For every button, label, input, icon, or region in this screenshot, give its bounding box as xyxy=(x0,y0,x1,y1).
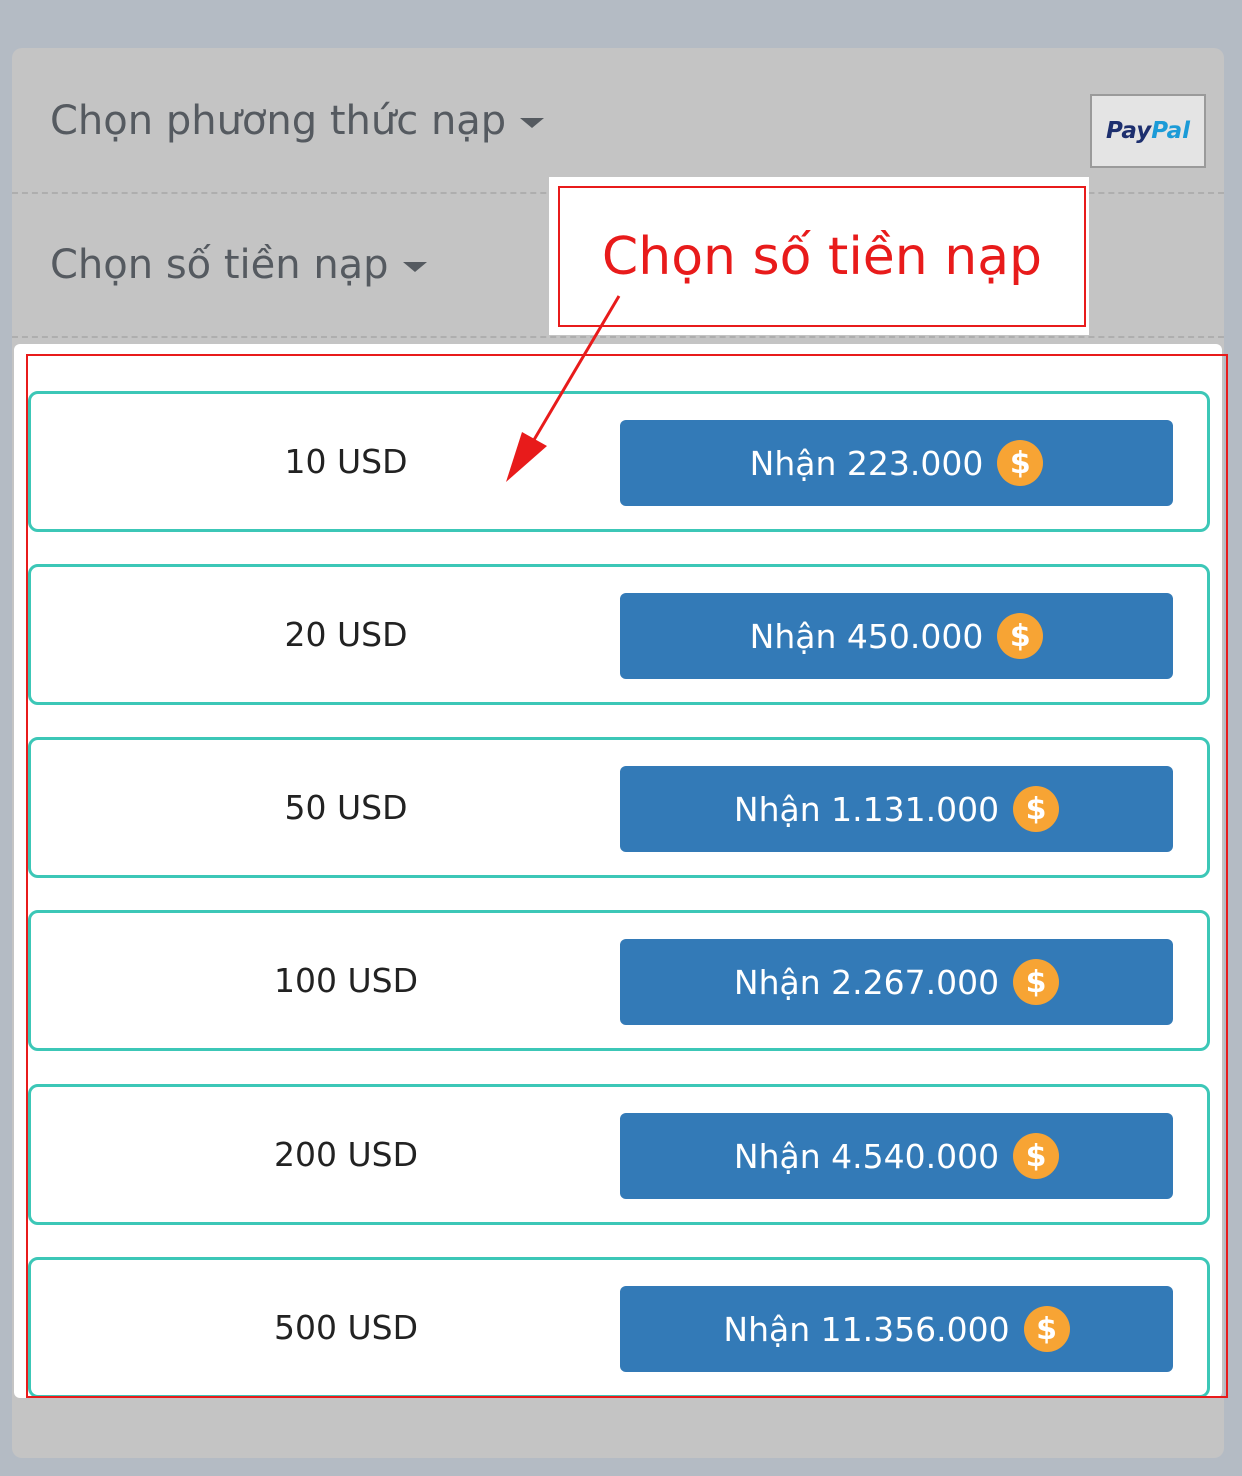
package-option[interactable]: 10 USD Nhận 223.000 $ xyxy=(28,391,1210,532)
package-option[interactable]: 500 USD Nhận 11.356.000 $ xyxy=(28,1257,1210,1398)
receive-label: Nhận 450.000 xyxy=(749,616,984,656)
card-footer xyxy=(14,1400,1222,1456)
payment-method-dropdown[interactable]: Chọn phương thức nạp xyxy=(50,98,545,144)
package-usd: 100 USD xyxy=(274,961,418,1000)
receive-button[interactable]: Nhận 2.267.000 $ xyxy=(620,939,1173,1025)
coin-icon: $ xyxy=(997,440,1044,486)
annotation-callout: Chọn số tiền nạp xyxy=(549,177,1089,335)
package-usd: 200 USD xyxy=(274,1135,418,1174)
receive-label: Nhận 4.540.000 xyxy=(733,1136,1000,1176)
package-usd: 20 USD xyxy=(284,615,408,654)
package-usd: 500 USD xyxy=(274,1308,418,1347)
receive-label: Nhận 223.000 xyxy=(749,443,984,483)
coin-icon: $ xyxy=(997,613,1044,659)
caret-down-icon xyxy=(520,118,545,128)
package-option[interactable]: 20 USD Nhận 450.000 $ xyxy=(28,564,1210,705)
receive-button[interactable]: Nhận 450.000 $ xyxy=(620,593,1173,679)
coin-icon: $ xyxy=(1023,1306,1070,1352)
receive-label: Nhận 2.267.000 xyxy=(733,962,1000,1002)
caret-down-icon xyxy=(402,262,427,272)
package-usd: 10 USD xyxy=(284,442,408,481)
amount-dropdown[interactable]: Chọn số tiền nạp xyxy=(50,242,427,288)
coin-icon: $ xyxy=(1013,1133,1060,1179)
receive-label: Nhận 1.131.000 xyxy=(733,789,1000,829)
package-option[interactable]: 50 USD Nhận 1.131.000 $ xyxy=(28,737,1210,878)
paypal-logo[interactable]: Pay Pal xyxy=(1090,94,1206,168)
payment-method-label: Chọn phương thức nạp xyxy=(50,98,507,144)
receive-button[interactable]: Nhận 1.131.000 $ xyxy=(620,766,1173,852)
receive-button[interactable]: Nhận 4.540.000 $ xyxy=(620,1113,1173,1199)
receive-button[interactable]: Nhận 11.356.000 $ xyxy=(620,1286,1173,1372)
coin-icon: $ xyxy=(1013,786,1060,832)
package-option[interactable]: 100 USD Nhận 2.267.000 $ xyxy=(28,910,1210,1051)
amount-label: Chọn số tiền nạp xyxy=(50,242,389,288)
package-option[interactable]: 200 USD Nhận 4.540.000 $ xyxy=(28,1084,1210,1225)
annotation-callout-text: Chọn số tiền nạp xyxy=(558,186,1086,327)
coin-icon: $ xyxy=(1013,959,1060,1005)
payment-method-row[interactable]: Chọn phương thức nạp xyxy=(12,50,1224,194)
package-usd: 50 USD xyxy=(284,788,408,827)
receive-label: Nhận 11.356.000 xyxy=(723,1309,1010,1349)
receive-button[interactable]: Nhận 223.000 $ xyxy=(620,420,1173,506)
